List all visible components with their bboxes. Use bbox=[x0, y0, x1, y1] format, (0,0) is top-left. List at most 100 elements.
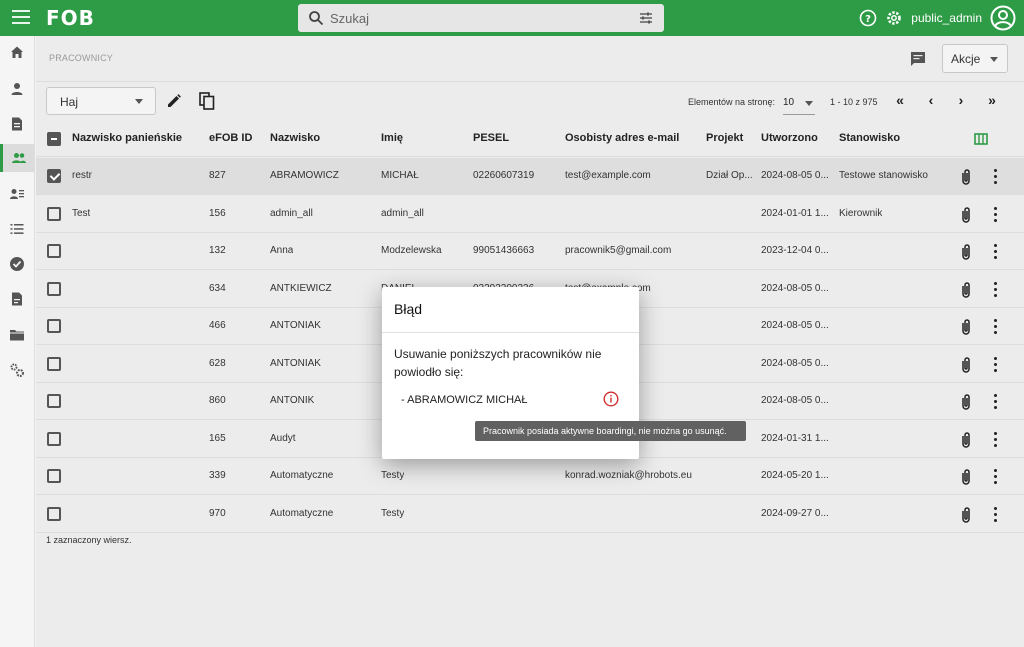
row-checkbox[interactable] bbox=[47, 206, 61, 221]
attachment-icon[interactable] bbox=[959, 356, 973, 374]
cell-pesel: 02260607319 bbox=[473, 170, 535, 181]
breadcrumb[interactable]: PRACOWNICY bbox=[49, 53, 113, 63]
search-input[interactable] bbox=[330, 10, 620, 26]
cell-efob-id: 132 bbox=[209, 245, 226, 256]
column-surname[interactable]: Nazwisko bbox=[270, 132, 320, 144]
attachment-icon[interactable] bbox=[959, 168, 973, 186]
edit-icon[interactable] bbox=[166, 93, 182, 109]
columns-icon[interactable] bbox=[974, 133, 988, 145]
attachment-icon[interactable] bbox=[959, 431, 973, 449]
column-first-name[interactable]: Imię bbox=[381, 132, 403, 144]
row-checkbox[interactable] bbox=[47, 394, 61, 408]
next-page-button[interactable]: › bbox=[952, 92, 970, 110]
cell-created: 2024-08-05 0... bbox=[761, 282, 829, 294]
person-list-icon bbox=[10, 189, 24, 199]
filter-select[interactable]: Haj bbox=[46, 87, 156, 115]
more-icon[interactable] bbox=[990, 469, 1000, 485]
more-icon[interactable] bbox=[990, 281, 1000, 298]
table-row[interactable]: restr 827 ABRAMOWICZ MICHAŁ 02260607319 test@… bbox=[36, 158, 1024, 195]
nav-tasks[interactable] bbox=[0, 250, 34, 278]
select-all-checkbox[interactable] bbox=[47, 132, 61, 146]
column-email[interactable]: Osobisty adres e-mail bbox=[565, 132, 679, 144]
more-icon[interactable] bbox=[990, 356, 1000, 373]
nav-files[interactable] bbox=[0, 285, 34, 313]
more-icon[interactable] bbox=[990, 319, 1000, 335]
nav-home[interactable] bbox=[0, 38, 34, 66]
nav-folders[interactable] bbox=[0, 321, 34, 349]
top-right-actions: ? public_admin bbox=[859, 4, 1016, 32]
nav-settings[interactable] bbox=[0, 356, 34, 384]
nav-documents[interactable] bbox=[0, 110, 34, 138]
column-created[interactable]: Utworzono bbox=[761, 132, 818, 144]
last-page-button[interactable]: » bbox=[983, 92, 1001, 110]
more-icon[interactable] bbox=[990, 506, 1000, 523]
attachment-icon[interactable] bbox=[959, 318, 973, 336]
row-checkbox[interactable] bbox=[47, 506, 61, 521]
cell-surname: admin_all bbox=[270, 207, 313, 219]
nav-employees[interactable] bbox=[0, 144, 34, 172]
row-checkbox[interactable] bbox=[47, 169, 61, 183]
per-page-select[interactable]: 10 bbox=[783, 91, 815, 115]
more-icon[interactable] bbox=[990, 244, 1000, 260]
attachment-icon[interactable] bbox=[959, 506, 973, 524]
filter-icon[interactable] bbox=[638, 10, 654, 26]
account-icon[interactable] bbox=[990, 5, 1016, 31]
cell-project: Dział Op... bbox=[706, 170, 753, 181]
side-nav bbox=[0, 36, 35, 647]
column-position[interactable]: Stanowisko bbox=[839, 132, 900, 144]
copy-icon[interactable] bbox=[199, 92, 215, 110]
svg-text:?: ? bbox=[865, 14, 871, 25]
prev-page-button[interactable]: ‹ bbox=[922, 92, 940, 110]
more-icon[interactable] bbox=[990, 431, 1000, 448]
attachment-icon[interactable] bbox=[959, 243, 973, 261]
cell-position: Kierownik bbox=[839, 207, 883, 219]
nav-person[interactable] bbox=[0, 75, 34, 103]
cell-maiden-name: Test bbox=[72, 207, 91, 219]
attachment-icon[interactable] bbox=[959, 468, 973, 486]
row-checkbox[interactable] bbox=[47, 356, 61, 371]
row-checkbox[interactable] bbox=[47, 469, 61, 483]
column-efob-id[interactable]: eFOB ID bbox=[209, 132, 252, 144]
help-icon[interactable]: ? bbox=[859, 9, 877, 27]
home-icon bbox=[11, 46, 23, 58]
column-pesel[interactable]: PESEL bbox=[473, 132, 509, 144]
more-icon[interactable] bbox=[990, 206, 1000, 223]
gear-icon[interactable] bbox=[885, 9, 903, 27]
table-row[interactable]: 970 Automatyczne Testy 2024-09-27 0... bbox=[36, 496, 1024, 533]
info-icon[interactable] bbox=[603, 391, 619, 407]
actions-dropdown[interactable]: Akcje bbox=[942, 44, 1008, 73]
row-checkbox[interactable] bbox=[47, 244, 61, 258]
failed-employee-item: - ABRAMOWICZ MICHAŁ bbox=[401, 394, 528, 406]
nav-person-list[interactable] bbox=[0, 180, 34, 208]
more-icon[interactable] bbox=[990, 394, 1000, 410]
nav-list[interactable] bbox=[0, 215, 34, 243]
menu-icon[interactable] bbox=[12, 10, 30, 24]
table-row[interactable]: 132 Anna Modzelewska 99051436663 pracownik5@… bbox=[36, 233, 1024, 270]
first-page-button[interactable]: « bbox=[891, 92, 909, 110]
column-maiden-name[interactable]: Nazwisko panieńskie bbox=[72, 132, 182, 144]
table-row[interactable]: 339 Automatyczne Testy konrad.wozniak@hrobo… bbox=[36, 458, 1024, 495]
check-icon bbox=[10, 257, 24, 271]
table-header: Nazwisko panieńskie eFOB ID Nazwisko Imi… bbox=[36, 121, 1024, 157]
cell-surname: ABRAMOWICZ bbox=[270, 170, 339, 181]
cell-efob-id: 466 bbox=[209, 320, 226, 331]
column-project[interactable]: Projekt bbox=[706, 132, 743, 144]
chat-icon[interactable] bbox=[909, 50, 927, 68]
more-icon[interactable] bbox=[990, 169, 1000, 185]
filter-select-value: Haj bbox=[60, 95, 79, 109]
person-icon bbox=[11, 83, 23, 95]
app-logo[interactable]: FOB bbox=[46, 6, 95, 30]
cell-created: 2024-01-31 1... bbox=[761, 432, 829, 444]
cell-created: 2024-08-05 0... bbox=[761, 320, 829, 331]
row-checkbox[interactable] bbox=[47, 431, 61, 446]
username[interactable]: public_admin bbox=[911, 11, 982, 25]
row-checkbox[interactable] bbox=[47, 281, 61, 296]
cell-email: konrad.wozniak@hrobots.eu bbox=[565, 470, 692, 481]
row-checkbox[interactable] bbox=[47, 319, 61, 333]
table-row[interactable]: Test 156 admin_all admin_all 2024-01-01 1...… bbox=[36, 196, 1024, 233]
cell-surname: ANTKIEWICZ bbox=[270, 282, 332, 294]
cell-created: 2023-12-04 0... bbox=[761, 245, 829, 256]
attachment-icon[interactable] bbox=[959, 206, 973, 224]
attachment-icon[interactable] bbox=[959, 393, 973, 411]
attachment-icon[interactable] bbox=[959, 281, 973, 299]
